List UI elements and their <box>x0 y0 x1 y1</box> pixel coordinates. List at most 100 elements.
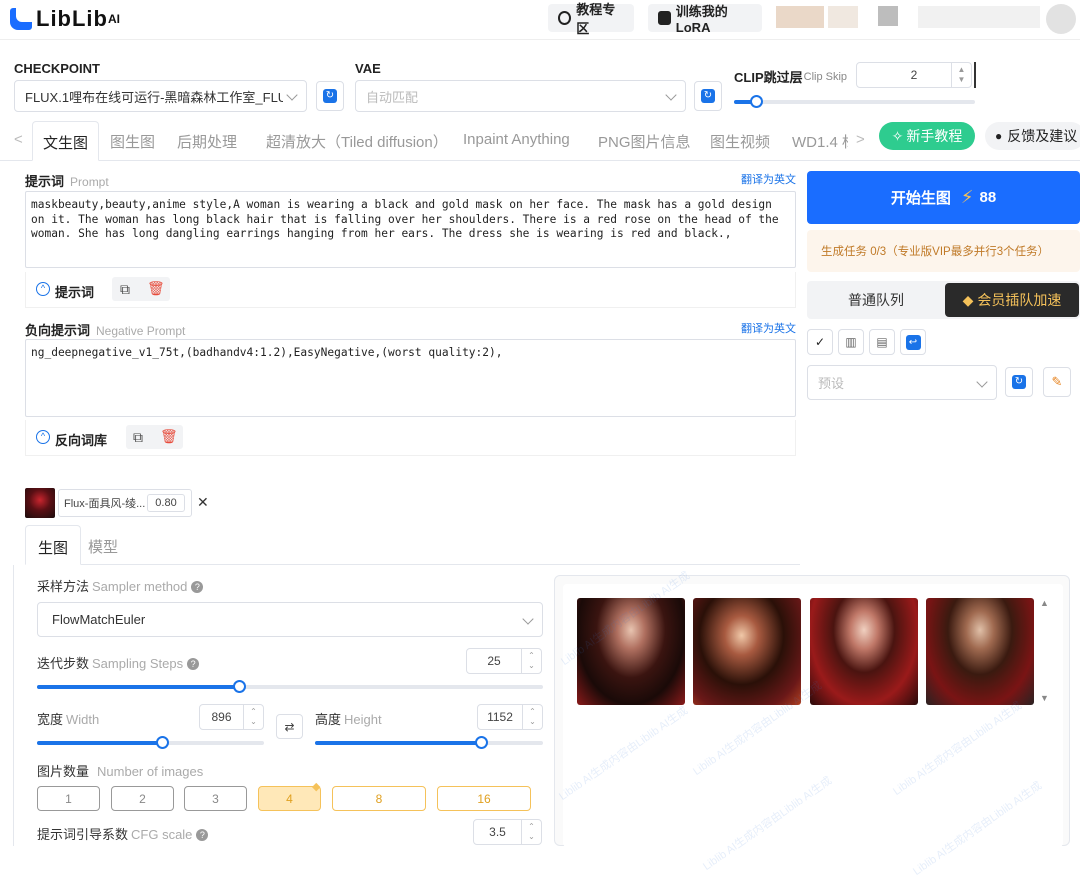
scroll-up-icon[interactable]: ▲ <box>1040 598 1049 608</box>
copy-icon[interactable]: ⧉ <box>120 281 130 298</box>
slider-fill <box>315 741 482 745</box>
chevron-down-icon <box>665 89 677 101</box>
steps-label: 迭代步数 Sampling Steps? <box>37 653 200 672</box>
tutorial-label: 教程专区 <box>576 2 616 36</box>
translate-prompt-link[interactable]: 翻译为英文 <box>741 171 796 187</box>
clipboard-icon[interactable]: ▤ <box>869 329 895 355</box>
slider-knob[interactable] <box>750 95 763 108</box>
image-count-option[interactable]: 3 <box>184 786 247 811</box>
clip-skip-slider[interactable] <box>734 95 975 108</box>
stepper-arrows-icon[interactable]: ▲ ▼ <box>951 63 971 87</box>
tab-model[interactable]: 模型 <box>76 525 130 565</box>
vip-queue-button[interactable]: ◆ 会员插队加速 <box>945 283 1079 317</box>
tabs-next-icon[interactable]: > <box>856 131 865 148</box>
check-icon[interactable]: ✓ <box>807 329 833 355</box>
slider-knob[interactable] <box>475 736 489 749</box>
top-bar: LibLib AI 教程专区 训练我的LoRA <box>0 0 1080 40</box>
prompt-textarea[interactable]: maskbeauty,beauty,anime style,A woman is… <box>25 191 796 268</box>
result-image-3[interactable] <box>810 598 918 705</box>
image-count-option[interactable]: 8 <box>332 786 426 811</box>
result-image-2[interactable] <box>693 598 801 705</box>
steps-value: 25 <box>487 654 501 668</box>
feedback-button[interactable]: ● 反馈及建议 <box>985 122 1080 150</box>
width-slider[interactable] <box>37 736 264 749</box>
preset-select[interactable]: 预设 <box>807 365 997 400</box>
start-generate-button[interactable]: 开始生图 ⚡ 88 <box>807 171 1080 224</box>
trash-can-icon[interactable]: ▥ <box>838 329 864 355</box>
tab-postprocess[interactable]: 后期处理 <box>177 131 237 152</box>
refresh-icon: ↻ <box>1012 375 1026 389</box>
sampler-select[interactable]: FlowMatchEuler <box>37 602 543 637</box>
train-lora-button[interactable]: 训练我的LoRA <box>648 4 762 35</box>
result-image-4[interactable] <box>926 598 1034 705</box>
clip-skip-stepper[interactable]: 2 ▲ ▼ <box>856 62 972 88</box>
undo-button[interactable]: ↩ <box>900 329 926 355</box>
prompt-library-toggle[interactable]: 提示词 <box>55 282 94 301</box>
lora-thumbnail[interactable] <box>25 488 55 518</box>
tab-inpaint-anything[interactable]: Inpaint Anything <box>463 131 570 148</box>
tab-generate[interactable]: 生图 <box>25 525 82 565</box>
lora-tag[interactable]: Flux-面具风-绫... 0.80 <box>58 489 192 517</box>
width-stepper[interactable]: 896 ⌃ ⌄ <box>199 704 264 730</box>
scroll-down-icon[interactable]: ▼ <box>1040 693 1049 703</box>
negative-label-text: 负向提示词 <box>25 323 91 338</box>
trash-icon[interactable]: 🗑 <box>160 428 178 445</box>
vae-select[interactable]: 自动匹配 <box>355 80 686 112</box>
image-count-option[interactable]: 2 <box>111 786 174 811</box>
checkpoint-value: FLUX.1哩布在线可运行-黑暗森林工作室_FLUX <box>25 89 283 105</box>
panel-border <box>13 565 14 846</box>
trash-icon[interactable]: 🗑 <box>147 280 165 297</box>
steps-slider[interactable] <box>37 680 543 693</box>
cube-icon <box>658 11 671 25</box>
liblib-logo[interactable]: LibLib AI <box>10 6 120 32</box>
chevron-up-icon[interactable]: ^ <box>36 430 50 444</box>
cfg-stepper[interactable]: 3.5 ⌃ ⌄ <box>473 819 542 845</box>
stepper-arrows-icon[interactable]: ⌃ ⌄ <box>522 705 542 729</box>
width-sub-label: Width <box>66 712 100 727</box>
diamond-icon: ◆ <box>962 291 974 308</box>
help-icon[interactable]: ? <box>191 581 204 593</box>
height-label: 高度 Height <box>315 709 382 728</box>
tabs-prev-icon[interactable]: < <box>14 131 23 148</box>
chevron-up-icon[interactable]: ^ <box>36 282 50 296</box>
lora-weight-input[interactable]: 0.80 <box>147 494 185 512</box>
preset-placeholder: 预设 <box>818 376 845 391</box>
tutorial-button[interactable]: 教程专区 <box>548 2 634 36</box>
stepper-arrows-icon[interactable]: ⌃ ⌄ <box>521 820 541 844</box>
negative-label: 负向提示词 Negative Prompt <box>25 320 185 339</box>
stepper-arrows-icon[interactable]: ⌃ ⌄ <box>243 705 263 729</box>
tab-img2video[interactable]: 图生视频 <box>710 131 770 152</box>
height-stepper[interactable]: 1152 ⌃ ⌄ <box>477 704 543 730</box>
refresh-checkpoint-button[interactable]: ↻ <box>316 81 344 111</box>
chat-icon: ● <box>995 129 1003 143</box>
help-icon[interactable]: ? <box>187 658 200 670</box>
translate-negative-link[interactable]: 翻译为英文 <box>741 320 796 336</box>
swap-dimensions-icon[interactable]: ⇄ <box>276 714 303 739</box>
checkpoint-select[interactable]: FLUX.1哩布在线可运行-黑暗森林工作室_FLUX <box>14 80 307 112</box>
help-icon[interactable]: ? <box>196 829 209 841</box>
image-count-label-text: 图片数量 <box>37 764 90 779</box>
copy-icon[interactable]: ⧉ <box>133 429 143 446</box>
refresh-vae-button[interactable]: ↻ <box>694 81 722 111</box>
height-sub-label: Height <box>344 712 382 727</box>
close-icon[interactable]: ✕ <box>197 494 209 511</box>
slider-knob[interactable] <box>233 680 247 693</box>
slider-knob[interactable] <box>155 736 169 749</box>
tab-png-info[interactable]: PNG图片信息 <box>598 131 691 152</box>
beginner-guide-button[interactable]: ✧ 新手教程 <box>879 122 975 150</box>
edit-preset-icon[interactable]: ✎ <box>1043 367 1071 397</box>
refresh-preset-button[interactable]: ↻ <box>1005 367 1033 397</box>
normal-queue-button[interactable]: 普通队列 <box>807 281 945 319</box>
steps-stepper[interactable]: 25 ⌃ ⌄ <box>466 648 542 674</box>
tab-wd14[interactable]: WD1.4 标 <box>792 131 848 152</box>
negative-library-toggle[interactable]: 反向词库 <box>55 430 107 449</box>
image-count-option[interactable]: 1 <box>37 786 100 811</box>
avatar[interactable] <box>1046 4 1076 34</box>
image-count-option[interactable]: 16 <box>437 786 531 811</box>
stepper-arrows-icon[interactable]: ⌃ ⌄ <box>521 649 541 673</box>
tab-text2img[interactable]: 文生图 <box>32 121 100 161</box>
height-slider[interactable] <box>315 736 543 749</box>
tab-img2img[interactable]: 图生图 <box>110 131 155 152</box>
tab-tiled-diffusion[interactable]: 超清放大（Tiled diffusion） <box>266 131 448 152</box>
negative-textarea[interactable]: ng_deepnegative_v1_75t,(badhandv4:1.2),E… <box>25 339 796 417</box>
